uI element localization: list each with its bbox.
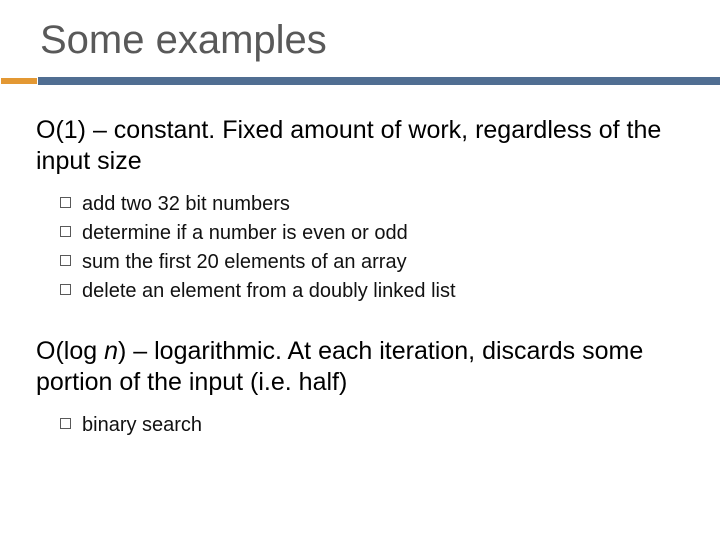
bullet-list: binary search	[60, 411, 684, 440]
section-lead: O(1) – constant. Fixed amount of work, r…	[36, 115, 684, 176]
lead-italic: n	[104, 337, 118, 365]
slide-title: Some examples	[36, 18, 684, 63]
list-item: determine if a number is even or odd	[60, 219, 684, 248]
bullet-list: add two 32 bit numbers determine if a nu…	[60, 190, 684, 306]
rule-accent	[0, 77, 38, 85]
list-item: add two 32 bit numbers	[60, 190, 684, 219]
list-item: binary search	[60, 411, 684, 440]
list-item: delete an element from a doubly linked l…	[60, 277, 684, 306]
spacer	[36, 306, 684, 336]
lead-text: ) – logarithmic. At each iteration, disc…	[36, 337, 643, 396]
title-rule	[0, 77, 720, 85]
rule-bar	[38, 77, 720, 85]
list-item: sum the first 20 elements of an array	[60, 248, 684, 277]
lead-text: O(log	[36, 337, 104, 365]
slide: Some examples O(1) – constant. Fixed amo…	[0, 0, 720, 540]
section-lead: O(log n) – logarithmic. At each iteratio…	[36, 336, 684, 397]
